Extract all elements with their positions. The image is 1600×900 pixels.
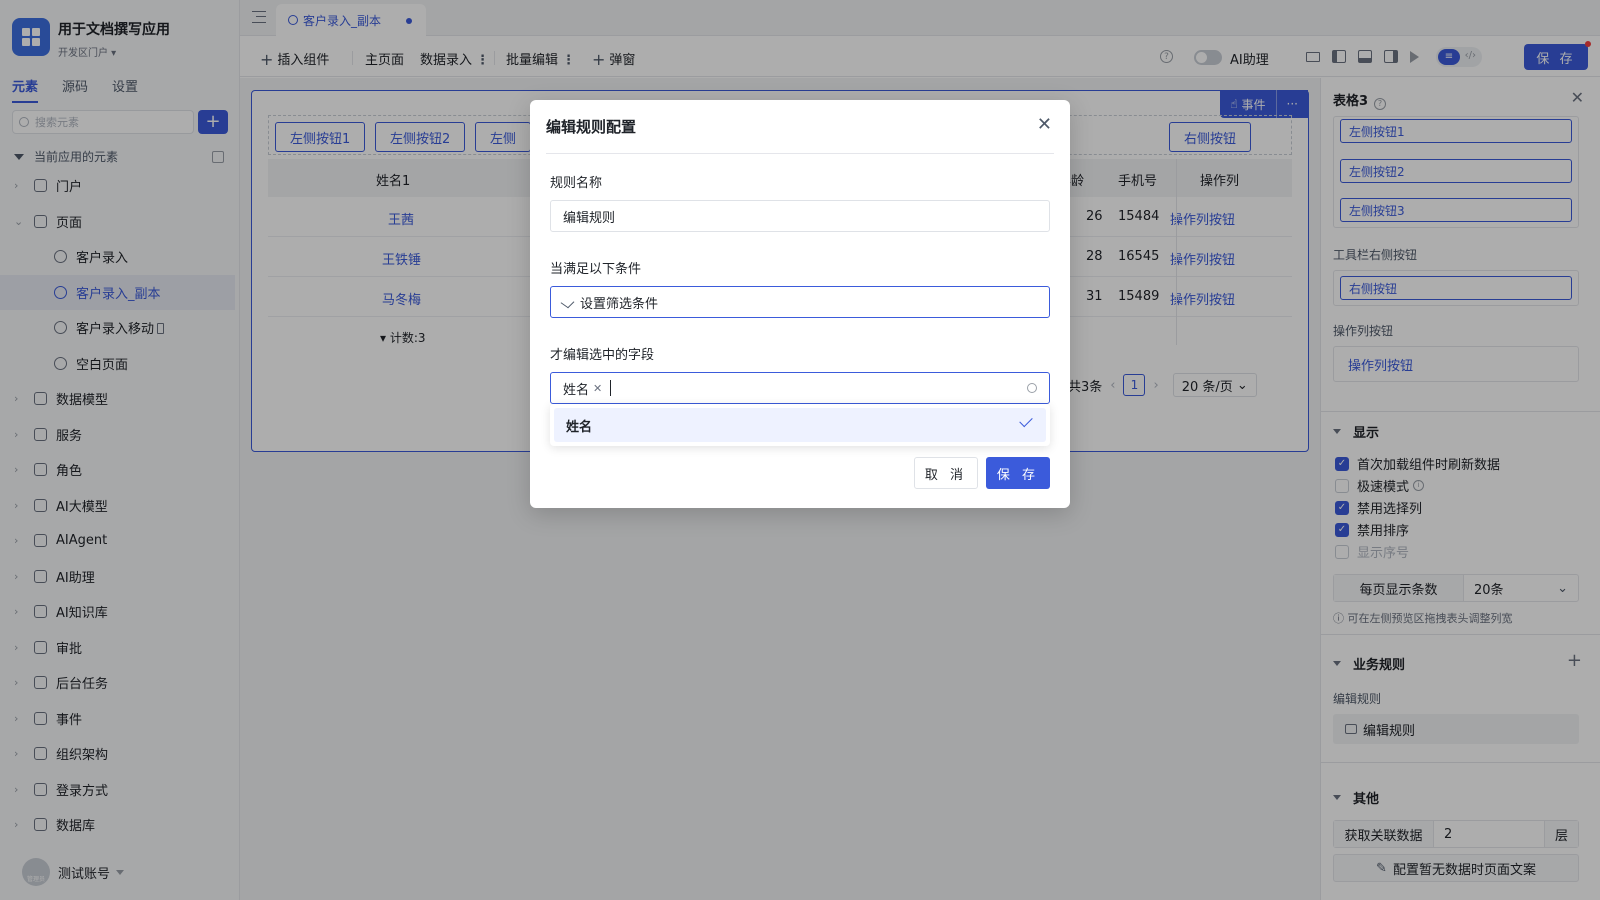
edit-rule-dialog: 编辑规则配置 ✕ 规则名称 编辑规则 当满足以下条件 设置筛选条件 才编辑选中的… <box>530 100 1070 508</box>
remove-tag-icon[interactable]: ✕ <box>593 382 602 395</box>
field-option-name[interactable]: 姓名 <box>554 408 1046 442</box>
rule-name-label: 规则名称 <box>550 176 603 191</box>
field-dropdown: 姓名 <box>550 404 1050 446</box>
dialog-save-button[interactable]: 保 存 <box>986 457 1050 489</box>
text-cursor <box>610 380 612 396</box>
field-multi-select[interactable]: 姓名 ✕ <box>550 372 1050 404</box>
close-icon[interactable]: ✕ <box>1037 114 1052 135</box>
divider <box>546 153 1054 154</box>
selected-field-tag: 姓名 ✕ <box>563 381 603 398</box>
fields-label: 才编辑选中的字段 <box>550 348 655 363</box>
condition-label: 当满足以下条件 <box>550 262 642 277</box>
search-icon <box>1027 383 1037 393</box>
check-icon <box>1019 413 1033 428</box>
edit-icon <box>560 296 575 308</box>
rule-name-input[interactable]: 编辑规则 <box>550 200 1050 232</box>
dialog-title: 编辑规则配置 <box>546 118 637 136</box>
cancel-button[interactable]: 取 消 <box>914 457 978 489</box>
set-filter-condition-button[interactable]: 设置筛选条件 <box>550 286 1050 318</box>
